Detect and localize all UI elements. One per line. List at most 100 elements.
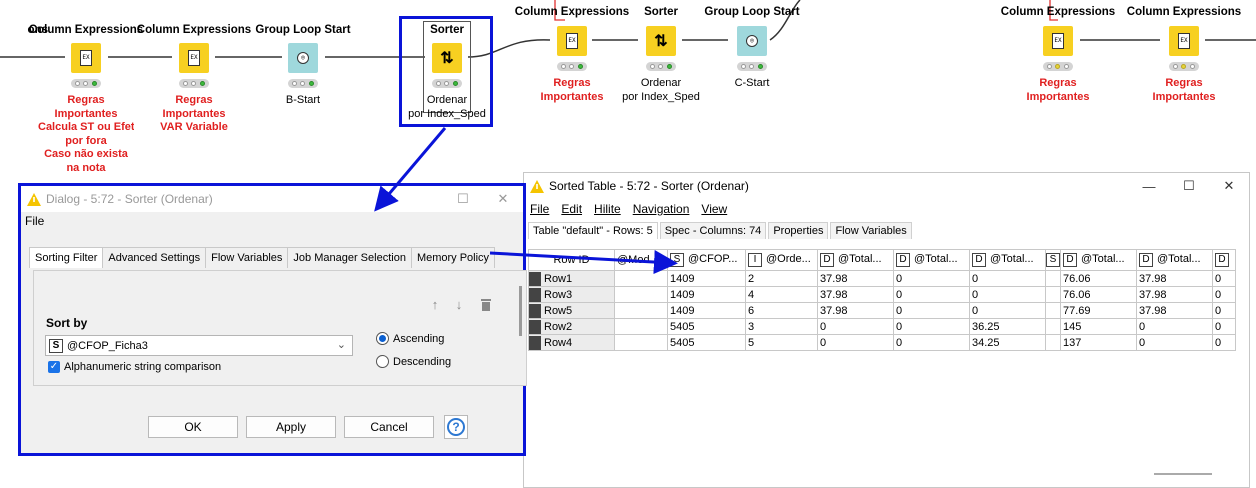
help-button[interactable]: ? xyxy=(444,415,468,439)
table-cell[interactable]: 1409 xyxy=(667,302,746,319)
ascending-radio[interactable]: Ascending xyxy=(376,332,444,345)
column-header[interactable]: D @Total... xyxy=(817,249,894,271)
table-cell[interactable] xyxy=(1045,286,1061,303)
table-cell[interactable]: 37.98 xyxy=(817,286,894,303)
table-cell[interactable]: 0 xyxy=(893,334,970,351)
table-cell[interactable]: 5405 xyxy=(667,334,746,351)
table-cell[interactable] xyxy=(614,318,668,335)
table-cell[interactable]: 0 xyxy=(969,270,1046,287)
loop-start-icon[interactable]: ◎ xyxy=(288,43,318,73)
table-cell[interactable] xyxy=(1045,302,1061,319)
column-expressions-icon[interactable]: EX xyxy=(1169,26,1199,56)
table-cell[interactable]: 0 xyxy=(1212,270,1236,287)
title-bar[interactable]: Sorted Table - 5:72 - Sorter (Ordenar) —… xyxy=(524,173,1249,199)
menu-navigation[interactable]: Navigation xyxy=(633,202,690,216)
column-header[interactable]: I @Orde... xyxy=(745,249,818,271)
table-cell[interactable] xyxy=(614,286,668,303)
table-cell[interactable]: 77.69 xyxy=(1060,302,1137,319)
table-cell[interactable]: 0 xyxy=(969,286,1046,303)
maximize-button[interactable]: ☐ xyxy=(443,186,483,212)
table-cell[interactable]: 1409 xyxy=(667,286,746,303)
tab-advanced-settings[interactable]: Advanced Settings xyxy=(102,247,207,268)
maximize-button[interactable]: ☐ xyxy=(1169,173,1209,199)
table-cell[interactable]: 0 xyxy=(893,286,970,303)
data-table[interactable]: Row ID @Mod... S @CFOP... I @Orde... D @Tot… xyxy=(528,249,1236,351)
table-cell[interactable]: 34.25 xyxy=(969,334,1046,351)
table-cell[interactable]: 37.98 xyxy=(817,270,894,287)
table-cell[interactable]: 3 xyxy=(745,318,818,335)
table-cell[interactable]: 37.98 xyxy=(1136,286,1213,303)
vertical-scrollbar[interactable] xyxy=(519,286,522,336)
column-expressions-icon[interactable]: EX xyxy=(179,43,209,73)
cancel-button[interactable]: Cancel xyxy=(344,416,434,438)
table-cell[interactable]: 0 xyxy=(1212,286,1236,303)
table-cell[interactable]: 1409 xyxy=(667,270,746,287)
alphanumeric-checkbox[interactable]: ✓ Alphanumeric string comparison xyxy=(48,361,221,373)
tab-job-manager-selection[interactable]: Job Manager Selection xyxy=(287,247,412,268)
table-cell[interactable]: 37.98 xyxy=(817,302,894,319)
sorted-table-window[interactable]: Sorted Table - 5:72 - Sorter (Ordenar) —… xyxy=(523,172,1250,488)
column-expressions-icon[interactable]: EX xyxy=(71,43,101,73)
tab-properties[interactable]: Properties xyxy=(768,222,829,239)
menu-file[interactable]: File xyxy=(25,214,44,228)
table-cell[interactable]: 0 xyxy=(1136,334,1213,351)
sort-icon[interactable]: ⇅ xyxy=(432,43,462,73)
table-cell[interactable]: 0 xyxy=(1212,318,1236,335)
close-button[interactable]: ✕ xyxy=(483,186,523,212)
table-cell[interactable]: 2 xyxy=(745,270,818,287)
table-cell[interactable]: 0 xyxy=(1212,302,1236,319)
sort-icon[interactable]: ⇅ xyxy=(646,26,676,56)
delete-icon[interactable] xyxy=(476,294,496,314)
table-cell[interactable]: 4 xyxy=(745,286,818,303)
table-cell[interactable] xyxy=(614,270,668,287)
row-id-cell[interactable]: Row5 xyxy=(528,302,615,319)
table-cell[interactable] xyxy=(1045,318,1061,335)
table-cell[interactable]: 36.25 xyxy=(969,318,1046,335)
table-cell[interactable]: 6 xyxy=(745,302,818,319)
table-row[interactable]: Row3 1409 4 37.98 0 0 76.06 37.98 0 xyxy=(528,286,1236,303)
table-cell[interactable]: 0 xyxy=(893,302,970,319)
ok-button[interactable]: OK xyxy=(148,416,238,438)
descending-radio[interactable]: Descending xyxy=(376,355,451,368)
table-cell[interactable]: 145 xyxy=(1060,318,1137,335)
column-header[interactable]: D @Total... xyxy=(1136,249,1213,271)
row-id-cell[interactable]: Row4 xyxy=(528,334,615,351)
title-bar[interactable]: Dialog - 5:72 - Sorter (Ordenar) ☐ ✕ xyxy=(21,186,523,212)
table-cell[interactable]: 76.06 xyxy=(1060,270,1137,287)
menu-file[interactable]: File xyxy=(530,202,549,216)
table-cell[interactable]: 5405 xyxy=(667,318,746,335)
tab-flow-variables[interactable]: Flow Variables xyxy=(205,247,289,268)
checkmark-icon[interactable]: ✓ xyxy=(48,361,60,373)
column-header[interactable]: S @CFOP... xyxy=(667,249,746,271)
minimize-button[interactable]: — xyxy=(1129,173,1169,199)
table-cell[interactable]: 37.98 xyxy=(1136,302,1213,319)
column-header[interactable]: D xyxy=(1212,249,1236,271)
table-cell[interactable]: 137 xyxy=(1060,334,1137,351)
table-cell[interactable]: 37.98 xyxy=(1136,270,1213,287)
menu-edit[interactable]: Edit xyxy=(561,202,582,216)
row-id-cell[interactable]: Row3 xyxy=(528,286,615,303)
table-cell[interactable] xyxy=(614,334,668,351)
horizontal-scrollbar[interactable] xyxy=(1154,473,1212,475)
table-cell[interactable]: 0 xyxy=(1212,334,1236,351)
menu-view[interactable]: View xyxy=(701,202,727,216)
table-cell[interactable]: 0 xyxy=(893,270,970,287)
column-header[interactable]: S xyxy=(1045,249,1061,271)
table-cell[interactable] xyxy=(614,302,668,319)
tab-default-table[interactable]: Table "default" - Rows: 5 xyxy=(528,222,658,239)
sort-column-select[interactable]: S @CFOP_Ficha3 ⌄ xyxy=(45,335,353,356)
apply-button[interactable]: Apply xyxy=(246,416,336,438)
table-cell[interactable]: 0 xyxy=(817,334,894,351)
sorter-dialog[interactable]: Dialog - 5:72 - Sorter (Ordenar) ☐ ✕ Fil… xyxy=(18,183,527,456)
column-header[interactable]: D @Total... xyxy=(1060,249,1137,271)
table-cell[interactable] xyxy=(1045,270,1061,287)
table-cell[interactable]: 5 xyxy=(745,334,818,351)
tab-flow-variables[interactable]: Flow Variables xyxy=(830,222,912,239)
table-cell[interactable]: 0 xyxy=(1136,318,1213,335)
tab-sorting-filter[interactable]: Sorting Filter xyxy=(29,247,104,268)
tab-memory-policy[interactable]: Memory Policy xyxy=(410,247,496,268)
column-header[interactable]: D @Total... xyxy=(969,249,1046,271)
table-cell[interactable] xyxy=(1045,334,1061,351)
row-id-cell[interactable]: Row2 xyxy=(528,318,615,335)
column-expressions-icon[interactable]: EX xyxy=(1043,26,1073,56)
